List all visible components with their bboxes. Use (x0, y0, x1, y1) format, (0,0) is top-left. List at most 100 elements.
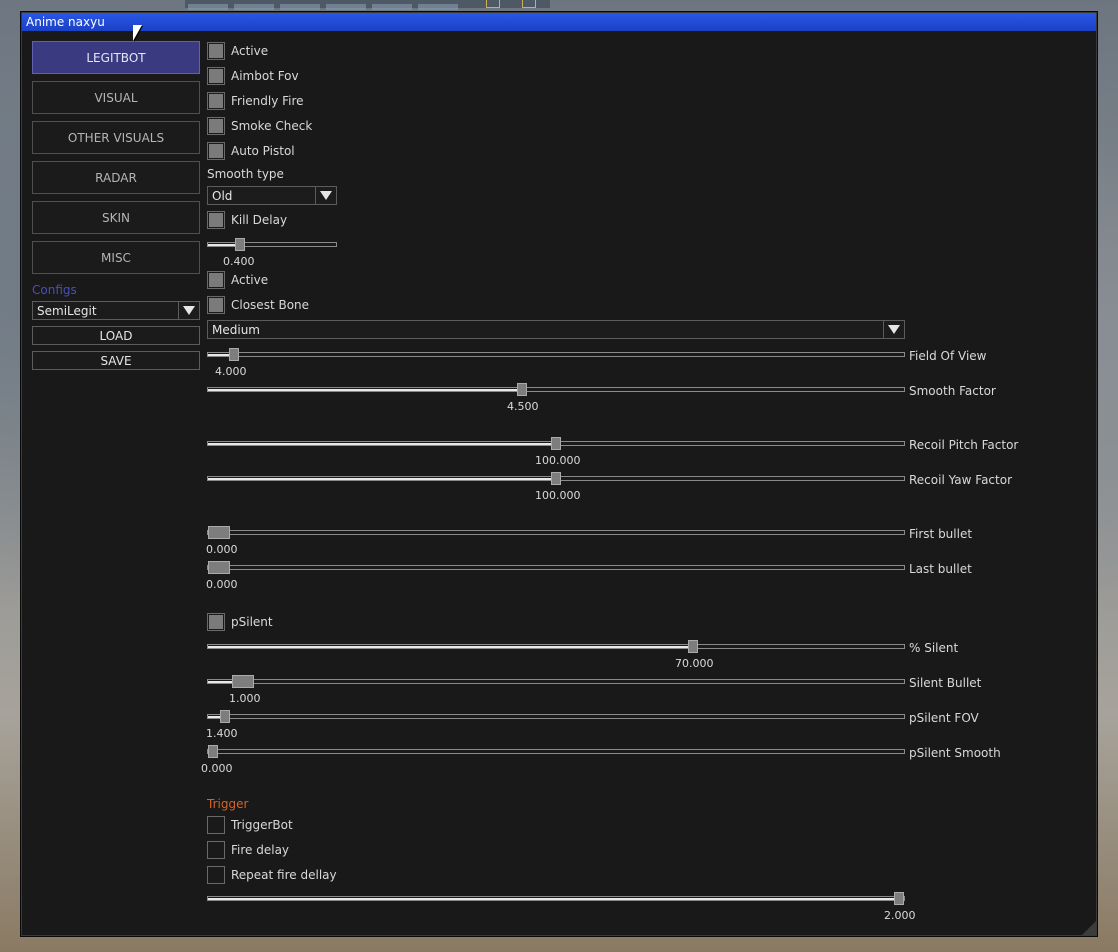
checkbox-label: TriggerBot (231, 818, 293, 832)
checkbox-active[interactable]: Active (207, 41, 268, 61)
checkbox-box[interactable] (207, 142, 225, 160)
checkbox-box[interactable] (207, 866, 225, 884)
first-bullet-slider[interactable] (207, 526, 905, 539)
checkbox-box[interactable] (207, 296, 225, 314)
checkbox-box[interactable] (207, 92, 225, 110)
checkbox-label: Aimbot Fov (231, 69, 299, 83)
tab-legitbot[interactable]: LEGITBOT (32, 41, 200, 74)
checkbox-box[interactable] (207, 211, 225, 229)
slider-thumb[interactable] (551, 437, 561, 450)
chevron-down-icon[interactable] (315, 187, 336, 204)
checkbox-label: Active (231, 273, 269, 287)
checkbox-label: Auto Pistol (231, 144, 295, 158)
checkbox-box[interactable] (207, 67, 225, 85)
window-title: Anime naxyu (26, 15, 105, 29)
checkbox-label: pSilent (231, 615, 273, 629)
titlebar[interactable]: Anime naxyu (22, 13, 1096, 31)
chevron-down-icon[interactable] (883, 321, 904, 338)
checkbox-box[interactable] (207, 613, 225, 631)
silent-percent-label: % Silent (909, 641, 959, 655)
trigger-section-title: Trigger (207, 797, 249, 811)
slider-fill (208, 646, 693, 648)
hud-icon (486, 0, 500, 8)
tab-visual[interactable]: VISUAL (32, 81, 200, 114)
resize-grip[interactable] (1082, 921, 1096, 935)
recoil-pitch-value: 100.000 (535, 454, 581, 467)
slider-thumb[interactable] (208, 526, 230, 539)
checkbox-box[interactable] (207, 841, 225, 859)
bone-select-value: Medium (212, 323, 260, 337)
load-button[interactable]: LOAD (32, 326, 200, 345)
psilent-smooth-value: 0.000 (201, 762, 233, 775)
hud-icon (522, 0, 536, 8)
kill-delay-slider[interactable] (207, 238, 337, 251)
cheat-menu-window: Anime naxyu LEGITBOT VISUAL OTHER VISUAL… (21, 12, 1097, 936)
slider-thumb[interactable] (208, 561, 230, 574)
tab-skin[interactable]: SKIN (32, 201, 200, 234)
slider-thumb[interactable] (232, 675, 254, 688)
checkbox-psilent[interactable]: pSilent (207, 612, 273, 632)
silent-bullet-slider[interactable] (207, 675, 905, 688)
silent-percent-value: 70.000 (675, 657, 714, 670)
recoil-pitch-label: Recoil Pitch Factor (909, 438, 1019, 452)
silent-percent-slider[interactable] (207, 640, 905, 653)
tab-radar[interactable]: RADAR (32, 161, 200, 194)
tab-misc[interactable]: MISC (32, 241, 200, 274)
trigger-delay-slider[interactable] (207, 892, 905, 905)
chevron-down-icon[interactable] (178, 302, 199, 319)
checkbox-friendly-fire[interactable]: Friendly Fire (207, 91, 304, 111)
slider-thumb[interactable] (551, 472, 561, 485)
config-select-value: SemiLegit (37, 304, 97, 318)
last-bullet-value: 0.000 (206, 578, 238, 591)
kill-delay-value: 0.400 (223, 255, 255, 268)
checkbox-smoke-check[interactable]: Smoke Check (207, 116, 312, 136)
checkbox-auto-pistol[interactable]: Auto Pistol (207, 141, 295, 161)
checkbox-aim-active[interactable]: Active (207, 270, 268, 290)
slider-fill (208, 478, 556, 480)
checkbox-label: Smoke Check (231, 119, 313, 133)
slider-thumb[interactable] (229, 348, 239, 361)
checkbox-box[interactable] (207, 42, 225, 60)
smooth-type-value: Old (212, 189, 233, 203)
smooth-factor-slider[interactable] (207, 383, 905, 396)
bone-select[interactable]: Medium (207, 320, 905, 339)
psilent-fov-label: pSilent FOV (909, 711, 979, 725)
slider-thumb[interactable] (688, 640, 698, 653)
checkbox-aimbot-fov[interactable]: Aimbot Fov (207, 66, 299, 86)
fov-slider[interactable] (207, 348, 905, 361)
save-button[interactable]: SAVE (32, 351, 200, 370)
checkbox-fire-delay[interactable]: Fire delay (207, 840, 289, 860)
slider-thumb[interactable] (220, 710, 230, 723)
last-bullet-label: Last bullet (909, 562, 972, 576)
configs-label: Configs (32, 283, 77, 297)
slider-thumb[interactable] (517, 383, 527, 396)
psilent-smooth-slider[interactable] (207, 745, 905, 758)
checkbox-box[interactable] (207, 117, 225, 135)
silent-bullet-label: Silent Bullet (909, 676, 982, 690)
checkbox-closest-bone[interactable]: Closest Bone (207, 295, 309, 315)
recoil-pitch-slider[interactable] (207, 437, 905, 450)
checkbox-triggerbot[interactable]: TriggerBot (207, 815, 293, 835)
config-select[interactable]: SemiLegit (32, 301, 200, 320)
tab-other-visuals[interactable]: OTHER VISUALS (32, 121, 200, 154)
fov-value: 4.000 (215, 365, 247, 378)
checkbox-label: Active (231, 44, 269, 58)
fov-label: Field Of View (909, 349, 987, 363)
checkbox-box[interactable] (207, 271, 225, 289)
smooth-type-select[interactable]: Old (207, 186, 337, 205)
trigger-delay-value: 2.000 (884, 909, 916, 922)
recoil-yaw-slider[interactable] (207, 472, 905, 485)
last-bullet-slider[interactable] (207, 561, 905, 574)
checkbox-kill-delay[interactable]: Kill Delay (207, 210, 287, 230)
psilent-fov-slider[interactable] (207, 710, 905, 723)
checkbox-label: Repeat fire dellay (231, 868, 337, 882)
checkbox-repeat-fire-delay[interactable]: Repeat fire dellay (207, 865, 337, 885)
checkbox-label: Friendly Fire (231, 94, 304, 108)
slider-thumb[interactable] (894, 892, 904, 905)
checkbox-box[interactable] (207, 816, 225, 834)
slider-thumb[interactable] (235, 238, 245, 251)
slider-thumb[interactable] (208, 745, 218, 758)
silent-bullet-value: 1.000 (229, 692, 261, 705)
checkbox-label: Fire delay (231, 843, 290, 857)
recoil-yaw-label: Recoil Yaw Factor (909, 473, 1012, 487)
